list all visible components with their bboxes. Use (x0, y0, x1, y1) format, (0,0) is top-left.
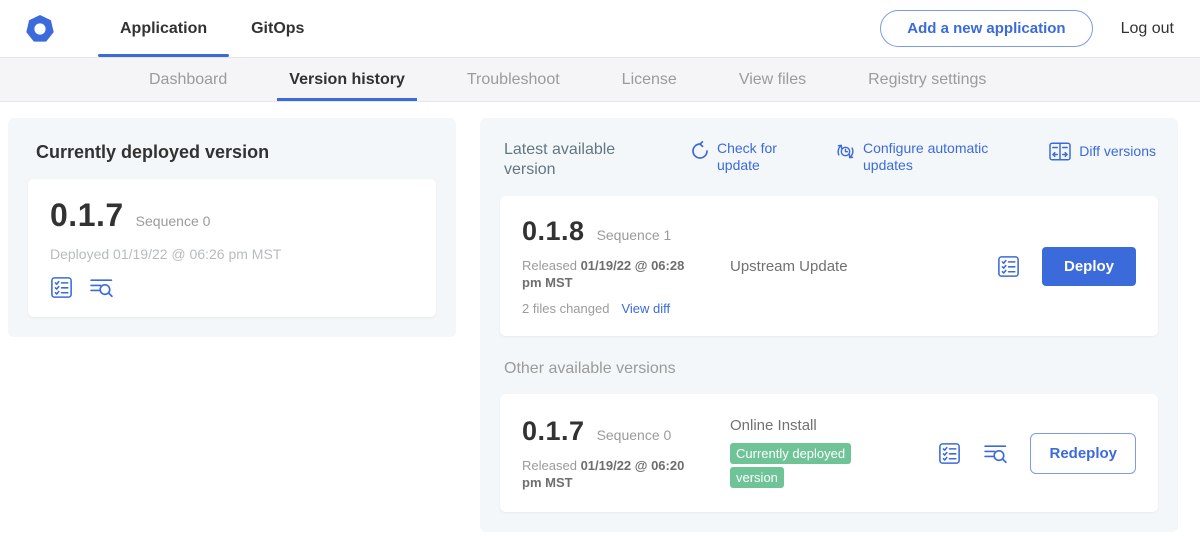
currently-deployed-panel: Currently deployed version 0.1.7 Sequenc… (8, 118, 456, 337)
currently-deployed-card: 0.1.7 Sequence 0 Deployed 01/19/22 @ 06:… (28, 179, 436, 317)
main-content: Currently deployed version 0.1.7 Sequenc… (0, 102, 1200, 532)
current-deployed-timestamp: Deployed 01/19/22 @ 06:26 pm MST (50, 246, 414, 262)
tab-application[interactable]: Application (98, 0, 229, 57)
top-navigation-bar: Application GitOps Add a new application… (0, 0, 1200, 57)
subnav-label-registry-settings: Registry settings (868, 71, 986, 89)
view-diff-link[interactable]: View diff (621, 301, 670, 316)
diff-versions-link[interactable]: Diff versions (1048, 140, 1156, 162)
tab-application-label: Application (120, 20, 207, 38)
latest-available-panel: Latest available version Check for updat… (480, 118, 1178, 532)
redeploy-button[interactable]: Redeploy (1030, 433, 1136, 474)
tab-gitops[interactable]: GitOps (229, 0, 326, 57)
app-logo-icon[interactable] (24, 13, 56, 45)
other-released-timestamp: Released 01/19/22 @ 06:20 pm MST (522, 457, 707, 491)
app-sub-navigation: Dashboard Version history Troubleshoot L… (0, 57, 1200, 102)
diff-versions-label: Diff versions (1079, 143, 1156, 160)
files-changed-text: 2 files changed (522, 301, 609, 316)
subnav-label-version-history: Version history (289, 71, 405, 89)
released-label: Released (522, 258, 577, 273)
latest-version-number: 0.1.8 (522, 216, 585, 247)
other-version-number: 0.1.7 (522, 416, 585, 447)
configure-automatic-updates-label: Configure automatic updates (863, 140, 1013, 174)
check-for-update-link[interactable]: Check for update (690, 140, 789, 174)
other-version-sequence: Sequence 0 (597, 427, 672, 443)
currently-deployed-title: Currently deployed version (36, 142, 434, 163)
version-row-0-1-7: 0.1.7 Sequence 0 Released 01/19/22 @ 06:… (500, 394, 1158, 512)
tab-gitops-label: GitOps (251, 20, 304, 38)
released-label: Released (522, 458, 577, 473)
subnav-item-license[interactable]: License (610, 58, 689, 101)
check-for-update-label: Check for update (717, 140, 789, 174)
add-new-application-button[interactable]: Add a new application (880, 10, 1092, 47)
subnav-label-dashboard: Dashboard (149, 71, 227, 89)
version-source-label: Upstream Update (730, 258, 848, 275)
preflight-checks-icon[interactable] (938, 442, 961, 465)
version-row-0-1-8: 0.1.8 Sequence 1 Released 01/19/22 @ 06:… (500, 196, 1158, 336)
latest-version-sequence: Sequence 1 (597, 227, 672, 243)
view-deploy-logs-icon[interactable] (89, 276, 114, 299)
view-deploy-logs-icon[interactable] (983, 442, 1008, 465)
subnav-item-dashboard[interactable]: Dashboard (137, 58, 239, 101)
subnav-item-version-history[interactable]: Version history (277, 58, 417, 101)
latest-released-timestamp: Released 01/19/22 @ 06:28 pm MST (522, 257, 707, 291)
other-available-versions-title: Other available versions (504, 360, 1156, 378)
current-version-number: 0.1.7 (50, 197, 124, 234)
subnav-item-troubleshoot[interactable]: Troubleshoot (455, 58, 572, 101)
subnav-label-view-files: View files (739, 71, 806, 89)
currently-deployed-badge: Currently deployed version (730, 443, 851, 488)
configure-automatic-updates-link[interactable]: Configure automatic updates (835, 140, 1013, 174)
version-source-label: Online Install (730, 417, 817, 434)
top-tabs: Application GitOps (98, 0, 326, 57)
deploy-button[interactable]: Deploy (1042, 247, 1136, 286)
subnav-label-license: License (622, 71, 677, 89)
preflight-checks-icon[interactable] (50, 276, 73, 299)
subnav-item-view-files[interactable]: View files (727, 58, 818, 101)
latest-available-title: Latest available version (504, 140, 632, 180)
current-version-sequence: Sequence 0 (136, 213, 211, 229)
subnav-item-registry-settings[interactable]: Registry settings (856, 58, 998, 101)
subnav-label-troubleshoot: Troubleshoot (467, 71, 560, 89)
preflight-checks-icon[interactable] (997, 255, 1020, 278)
logout-link[interactable]: Log out (1121, 20, 1174, 38)
